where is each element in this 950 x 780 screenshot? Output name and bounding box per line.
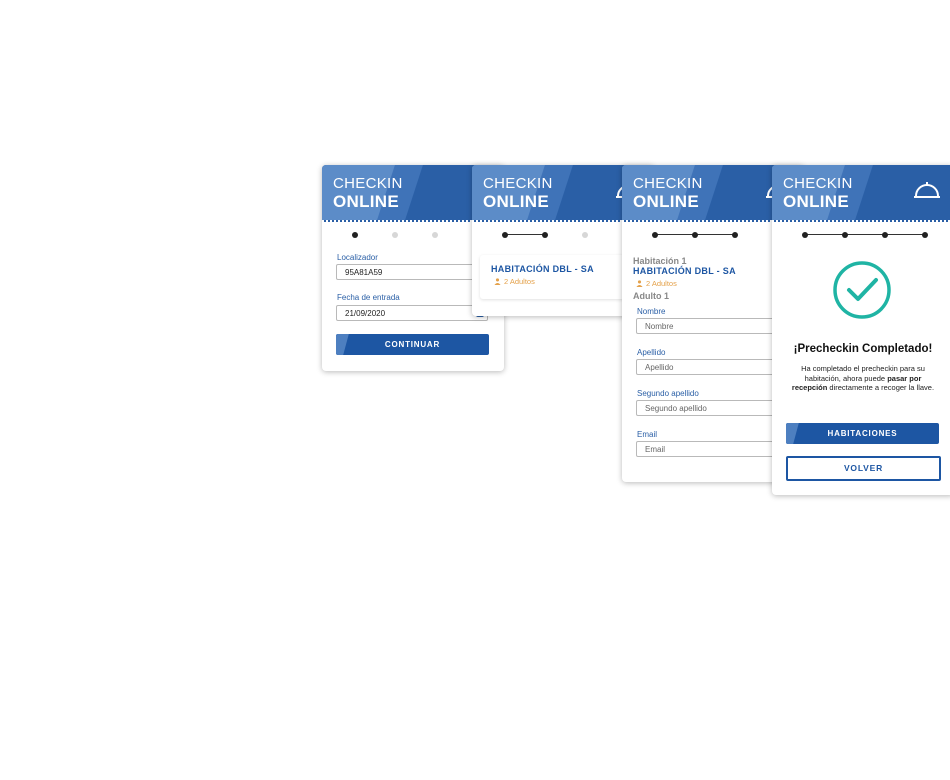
adults-count: 2 Adultos: [494, 277, 535, 286]
segundo-apellido-label: Segundo apellido: [637, 389, 699, 398]
progress-dot: [392, 232, 398, 238]
completed-title: ¡Precheckin Completado!: [772, 343, 950, 355]
progress-dot: [922, 232, 928, 238]
check-circle-icon: [832, 260, 892, 320]
progress-dot: [692, 232, 698, 238]
person-icon: [636, 280, 643, 287]
progress-dot: [432, 232, 438, 238]
adults-count: 2 Adultos: [636, 279, 677, 288]
progress-steps: [502, 231, 622, 239]
nombre-label: Nombre: [637, 307, 665, 316]
progress-dot: [842, 232, 848, 238]
room-name: HABITACIÓN DBL - SA: [491, 264, 594, 274]
reception-bell-icon: [912, 179, 942, 201]
date-value: 21/09/2020: [345, 309, 385, 318]
apellido-label: Apellido: [637, 348, 665, 357]
person-icon: [494, 278, 501, 285]
brand-title: CHECKIN ONLINE: [783, 175, 853, 211]
date-input[interactable]: 21/09/2020: [336, 305, 488, 321]
brand-title: CHECKIN ONLINE: [633, 175, 703, 211]
continue-button[interactable]: CONTINUAR: [336, 334, 489, 355]
progress-dot: [882, 232, 888, 238]
progress-steps: [652, 231, 772, 239]
progress-dot: [502, 232, 508, 238]
progress-dot: [542, 232, 548, 238]
adult-title: Adulto 1: [633, 291, 669, 301]
card-header: CHECKIN ONLINE: [772, 165, 950, 222]
date-label: Fecha de entrada: [337, 293, 400, 302]
progress-steps: [352, 231, 472, 239]
completed-message: Ha completado el precheckin para su habi…: [790, 364, 936, 393]
progress-steps: [802, 231, 922, 239]
checkin-card-step-4: CHECKIN ONLINE ¡Precheckin Completado! H…: [772, 165, 950, 495]
progress-dot: [352, 232, 358, 238]
progress-dot: [582, 232, 588, 238]
progress-dot: [652, 232, 658, 238]
brand-title: CHECKIN ONLINE: [333, 175, 403, 211]
habitaciones-button[interactable]: HABITACIONES: [786, 423, 939, 444]
progress-dot: [802, 232, 808, 238]
locator-label: Localizador: [337, 253, 378, 262]
continue-button-label: CONTINUAR: [385, 340, 440, 349]
progress-line: [805, 234, 925, 235]
locator-input[interactable]: 95A81A59: [336, 264, 488, 280]
habitaciones-button-label: HABITACIONES: [828, 429, 898, 438]
progress-line: [505, 234, 545, 235]
room-name: HABITACIÓN DBL - SA: [633, 266, 736, 276]
email-label: Email: [637, 430, 657, 439]
room-title: Habitación 1: [633, 256, 687, 266]
volver-button[interactable]: VOLVER: [786, 456, 941, 481]
progress-dot: [732, 232, 738, 238]
brand-title: CHECKIN ONLINE: [483, 175, 553, 211]
